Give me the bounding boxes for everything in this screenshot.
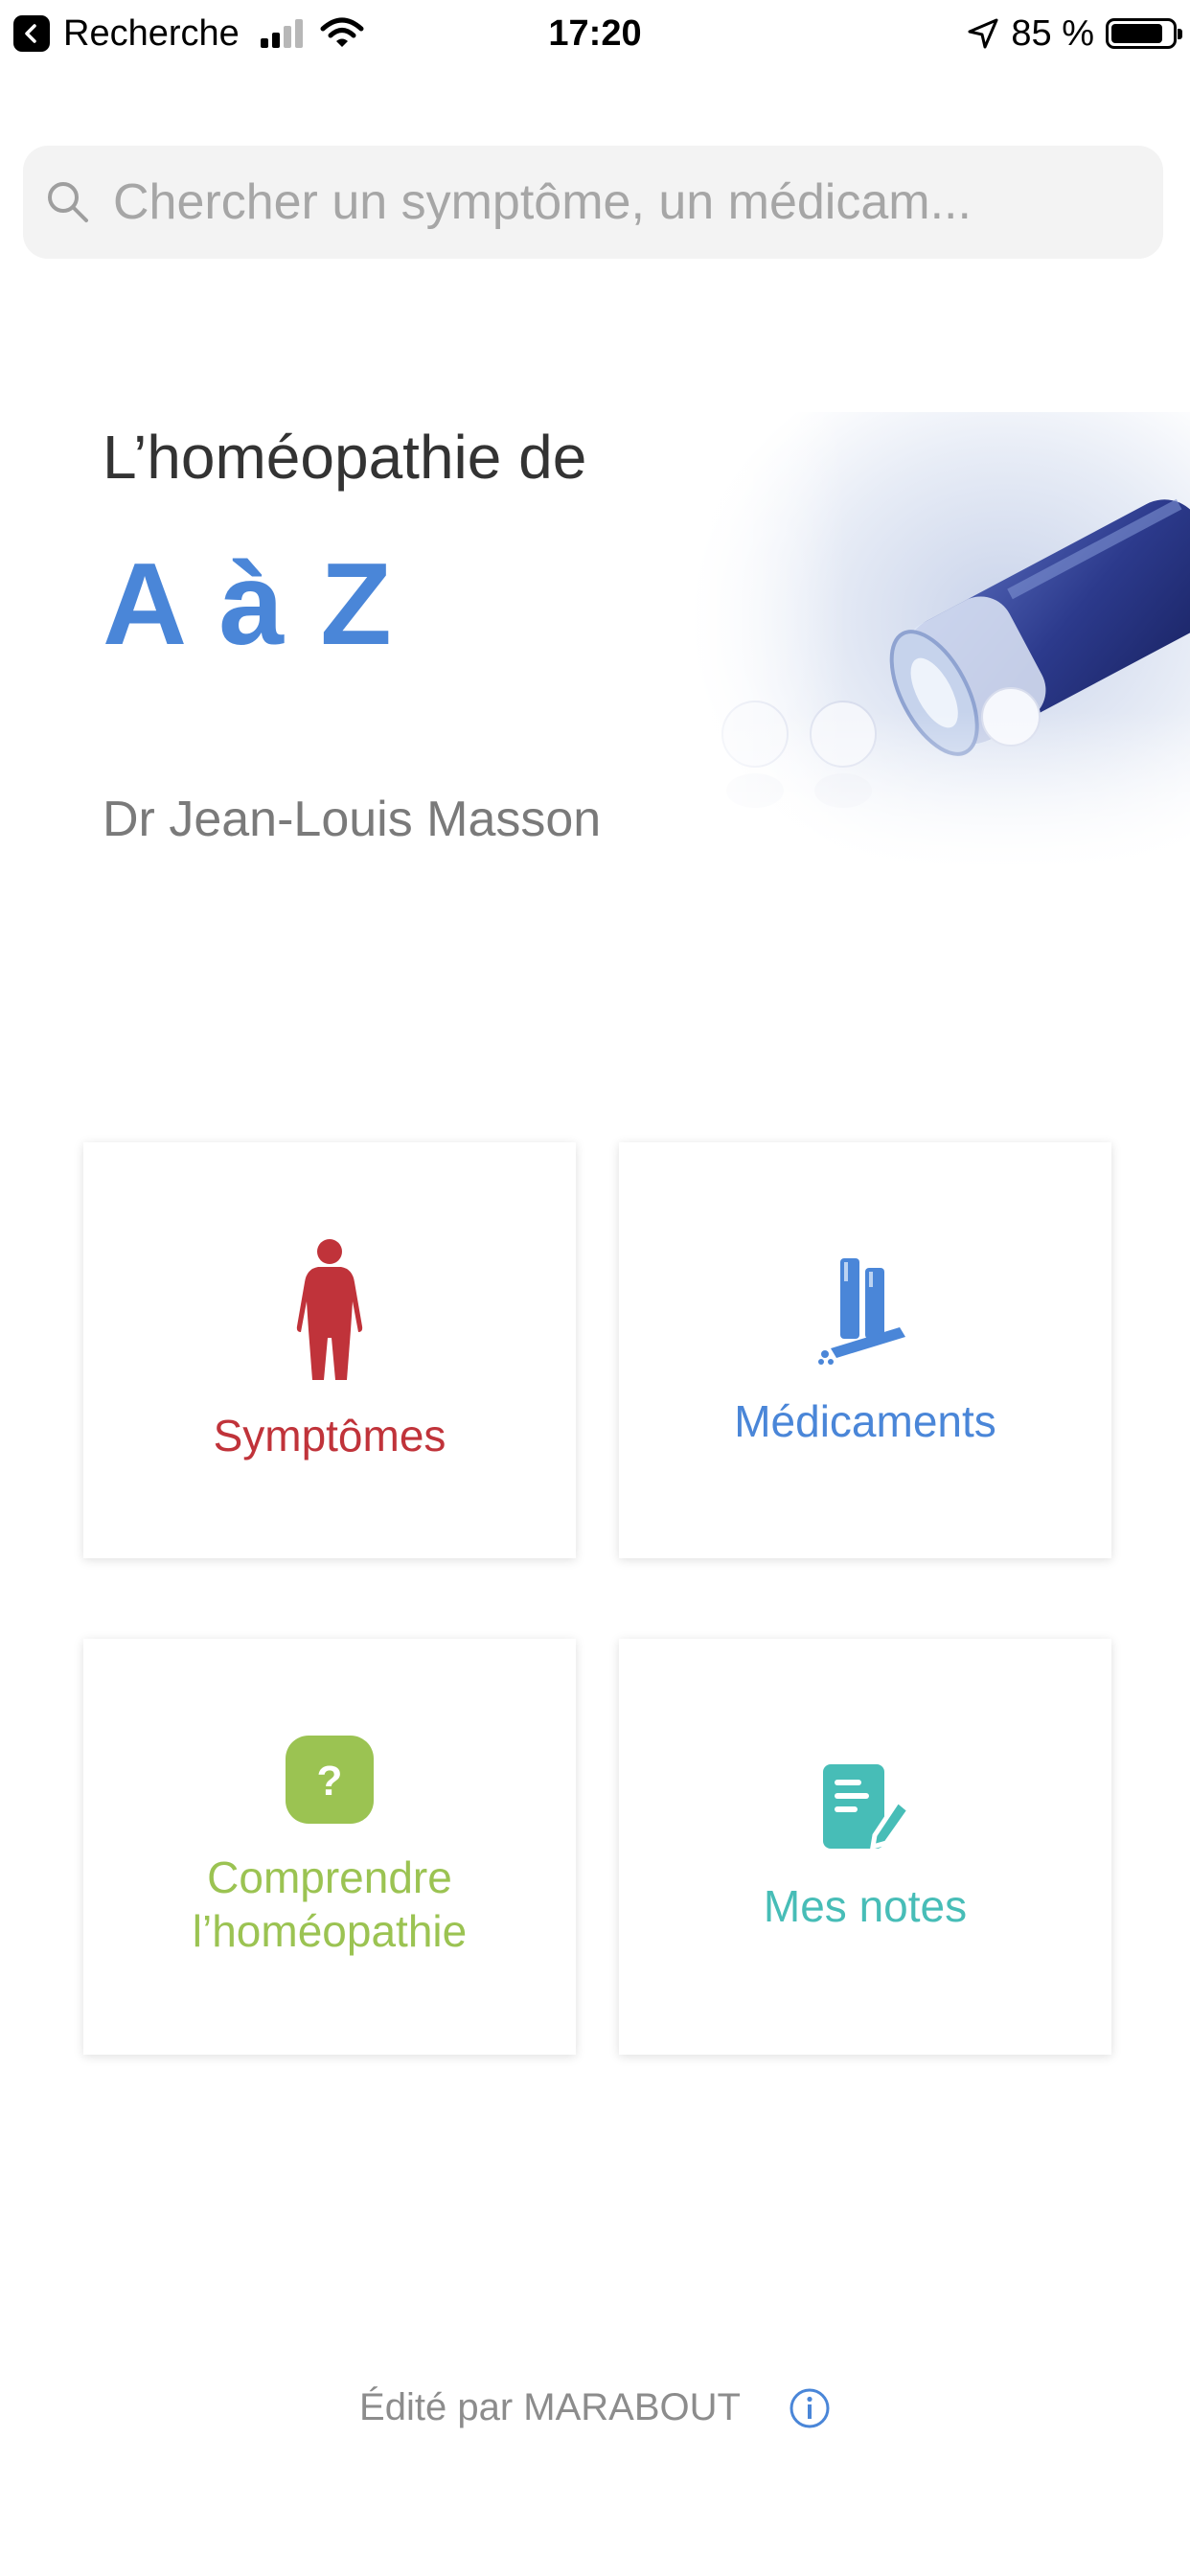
hero-subtitle: A à Z <box>103 539 394 669</box>
tile-comprendre-label: Comprendre l’homéopathie <box>192 1852 468 1956</box>
info-icon[interactable] <box>789 2387 831 2429</box>
search-icon <box>48 182 88 222</box>
tile-symptomes-label: Symptômes <box>213 1411 446 1460</box>
hero-title: L’homéopathie de <box>103 423 587 492</box>
human-body-icon <box>296 1239 363 1380</box>
battery-icon <box>1106 18 1182 49</box>
app-screen: Recherche 17:20 85 % Chercher un symptôm… <box>0 0 1190 2576</box>
medicine-tubes-icon <box>818 1258 905 1365</box>
publisher-credit: Édité par MARABOUT <box>359 2386 741 2428</box>
tile-comprendre[interactable]: ? Comprendre l’homéopathie <box>83 1639 576 2055</box>
status-right: 85 % <box>967 10 1182 58</box>
search-input[interactable] <box>111 172 1150 232</box>
hero-author: Dr Jean-Louis Masson <box>103 792 602 847</box>
location-arrow-icon <box>968 18 998 49</box>
tile-mes-notes-label: Mes notes <box>763 1881 968 1931</box>
tile-symptomes[interactable]: Symptômes <box>83 1142 576 1558</box>
homeopathy-tube-image <box>661 412 1190 872</box>
question-icon: ? <box>286 1736 374 1824</box>
footer: Édité par MARABOUT <box>0 2386 1190 2429</box>
notes-icon <box>823 1764 911 1851</box>
tile-medicaments-label: Médicaments <box>734 1396 996 1446</box>
battery-level-fill <box>1111 24 1162 43</box>
svg-text:?: ? <box>317 1758 343 1805</box>
search-bar[interactable] <box>23 146 1163 259</box>
status-bar: Recherche 17:20 85 % <box>0 0 1190 67</box>
tile-mes-notes[interactable]: Mes notes <box>619 1639 1111 2055</box>
tile-medicaments[interactable]: Médicaments <box>619 1142 1111 1558</box>
battery-percentage: 85 % <box>1011 12 1094 54</box>
